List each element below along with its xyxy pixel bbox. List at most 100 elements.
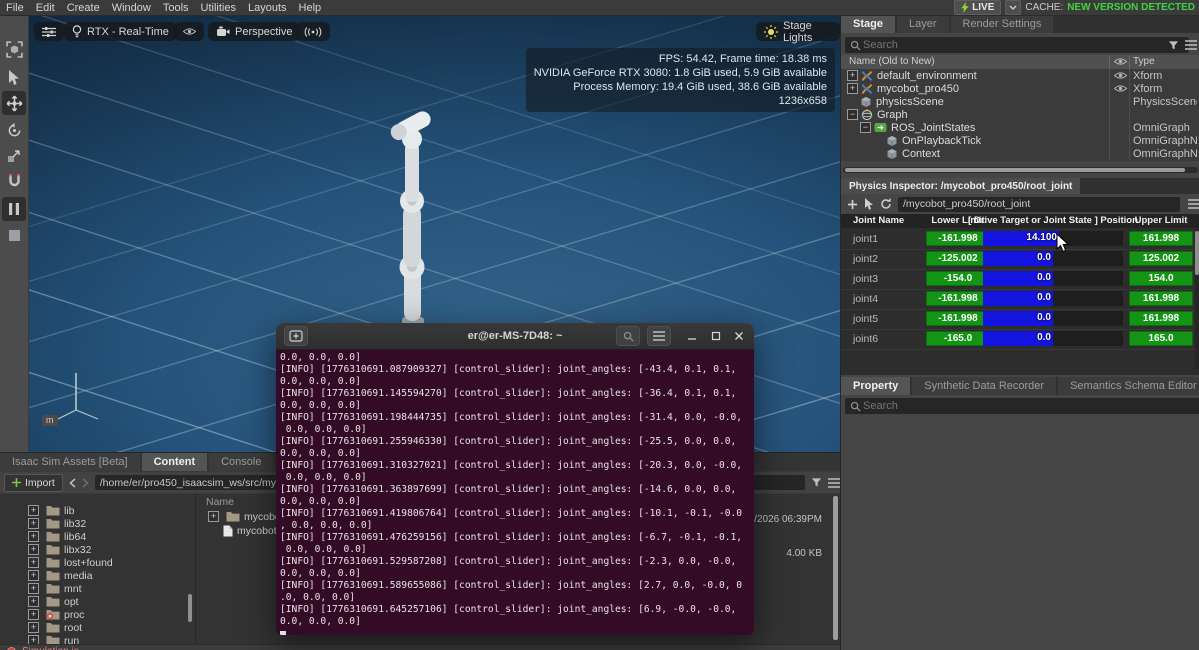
stage-tree-item-graph[interactable]: −Graph: [841, 108, 1199, 121]
tab-render-settings[interactable]: Render Settings: [951, 15, 1054, 33]
menu-item-window[interactable]: Window: [106, 2, 157, 14]
folder-item-libx32[interactable]: +libx32: [0, 543, 195, 556]
folder-item-lost-found[interactable]: +lost+found: [0, 556, 195, 569]
pi-options-menu-icon[interactable]: [1188, 199, 1199, 209]
frame-selection-button[interactable]: [2, 37, 26, 61]
expand-icon[interactable]: +: [28, 557, 39, 568]
physics-inspector-tab[interactable]: Physics Inspector: /mycobot_pro450/root_…: [841, 178, 1080, 194]
terminal-titlebar[interactable]: er@er-MS-7D48: ~: [276, 323, 754, 350]
folder-item-mnt[interactable]: +mnt: [0, 582, 195, 595]
nav-forward-icon[interactable]: [82, 478, 89, 488]
stage-horizontal-scrollbar[interactable]: [843, 167, 1198, 173]
joint-table-scrollbar[interactable]: [1195, 229, 1199, 369]
expand-icon[interactable]: +: [28, 570, 39, 581]
collapse-icon[interactable]: −: [847, 109, 858, 120]
upper-limit-value[interactable]: 125.002: [1129, 251, 1193, 266]
select-button[interactable]: [2, 65, 26, 89]
folder-item-opt[interactable]: +opt: [0, 595, 195, 608]
folder-item-lib[interactable]: +lib: [0, 504, 195, 517]
menu-item-utilities[interactable]: Utilities: [195, 2, 242, 14]
tab-layer[interactable]: Layer: [897, 15, 949, 33]
upper-limit-value[interactable]: 165.0: [1129, 331, 1193, 346]
tab-console[interactable]: Console: [209, 453, 273, 471]
stage-tree-item-ros_jointstates[interactable]: −ROS_JointStatesOmniGraph: [841, 121, 1199, 134]
visibility-button[interactable]: [174, 22, 204, 41]
stop-button[interactable]: [2, 223, 26, 247]
lower-limit-value[interactable]: -161.998: [926, 311, 990, 326]
tab-synthetic-data-recorder[interactable]: Synthetic Data Recorder: [912, 377, 1056, 395]
position-slider[interactable]: 0.0: [983, 331, 1123, 346]
folder-item-root[interactable]: +root: [0, 621, 195, 634]
menu-item-file[interactable]: File: [0, 2, 30, 14]
live-dropdown-button[interactable]: [1005, 0, 1021, 15]
position-slider[interactable]: 14.100: [983, 231, 1123, 246]
expand-icon[interactable]: +: [28, 609, 39, 620]
upper-limit-value[interactable]: 161.998: [1129, 311, 1193, 326]
tab-stage[interactable]: Stage: [841, 15, 895, 33]
audio-waves-button[interactable]: [296, 22, 330, 41]
lower-limit-value[interactable]: -161.998: [926, 231, 990, 246]
terminal-window[interactable]: er@er-MS-7D48: ~ 0.0, 0.0, 0.0][INFO] [1…: [276, 323, 754, 635]
maximize-button[interactable]: [704, 326, 728, 346]
tab-content[interactable]: Content: [142, 453, 208, 471]
expand-icon[interactable]: +: [208, 511, 219, 522]
folder-item-lib32[interactable]: +lib32: [0, 517, 195, 530]
lower-limit-value[interactable]: -125.002: [926, 251, 990, 266]
terminal-output[interactable]: 0.0, 0.0, 0.0][INFO] [1776310691.0879093…: [276, 350, 754, 635]
name-column-header[interactable]: Name (Old to New): [849, 56, 935, 67]
upper-limit-value[interactable]: 161.998: [1129, 291, 1193, 306]
expand-icon[interactable]: +: [28, 596, 39, 607]
lower-limit-value[interactable]: -161.998: [926, 291, 990, 306]
stage-tree-item-context[interactable]: ContextOmniGraphNod: [841, 147, 1199, 160]
folder-item-lib64[interactable]: +lib64: [0, 530, 195, 543]
expand-icon[interactable]: +: [28, 583, 39, 594]
tab-property[interactable]: Property: [841, 377, 910, 395]
expand-icon[interactable]: +: [847, 83, 858, 94]
position-slider[interactable]: 0.0: [983, 251, 1123, 266]
live-sync-button[interactable]: LIVE: [954, 0, 1001, 15]
nav-back-icon[interactable]: [69, 478, 76, 488]
stage-tree-item-mycobot_pro450[interactable]: +mycobot_pro450Xform: [841, 82, 1199, 95]
expand-icon[interactable]: +: [28, 505, 39, 516]
stage-search-input[interactable]: [845, 37, 1189, 53]
menu-item-layouts[interactable]: Layouts: [242, 2, 293, 14]
pick-pointer-icon[interactable]: [864, 198, 874, 210]
tree-scrollbar[interactable]: [188, 594, 192, 622]
renderer-selector[interactable]: RTX - Real-Time: [64, 22, 177, 41]
import-button[interactable]: Import: [4, 474, 63, 492]
refresh-icon[interactable]: [880, 198, 892, 210]
visibility-column-icon[interactable]: [1114, 57, 1127, 66]
expand-icon[interactable]: +: [28, 635, 39, 644]
scale-button[interactable]: [2, 144, 26, 168]
menu-item-tools[interactable]: Tools: [157, 2, 195, 14]
move-button[interactable]: [2, 91, 26, 115]
position-slider[interactable]: 0.0: [983, 271, 1123, 286]
upper-limit-value[interactable]: 154.0: [1129, 271, 1193, 286]
menu-item-edit[interactable]: Edit: [30, 2, 61, 14]
folder-item-proc[interactable]: +proc: [0, 608, 195, 621]
expand-icon[interactable]: +: [28, 544, 39, 555]
expand-icon[interactable]: +: [28, 622, 39, 633]
minimize-button[interactable]: [680, 326, 704, 346]
content-filter-icon[interactable]: [811, 477, 822, 488]
viewport-settings-button[interactable]: [34, 22, 64, 41]
camera-selector[interactable]: Perspective: [208, 22, 300, 41]
content-options-icon[interactable]: [828, 478, 840, 488]
terminal-search-button[interactable]: [616, 326, 640, 346]
menu-item-help[interactable]: Help: [293, 2, 328, 14]
stage-tree-item-onplaybacktick[interactable]: OnPlaybackTickOmniGraphNod: [841, 134, 1199, 147]
lower-limit-value[interactable]: -154.0: [926, 271, 990, 286]
rotate-button[interactable]: [2, 118, 26, 142]
upper-limit-value[interactable]: 161.998: [1129, 231, 1193, 246]
property-search-input[interactable]: [845, 398, 1199, 414]
terminal-menu-button[interactable]: [647, 326, 671, 346]
folder-item-run[interactable]: +run: [0, 634, 195, 644]
expand-icon[interactable]: +: [28, 531, 39, 542]
tab-semantics-schema-editor[interactable]: Semantics Schema Editor: [1058, 377, 1199, 395]
tab-isaac-sim-assets-beta-[interactable]: Isaac Sim Assets [Beta]: [0, 453, 140, 471]
file-name-column[interactable]: Name: [206, 496, 234, 508]
folder-item-media[interactable]: +media: [0, 569, 195, 582]
stage-lights-button[interactable]: Stage Lights: [756, 22, 840, 41]
file-list-scrollbar[interactable]: [833, 496, 838, 640]
collapse-icon[interactable]: −: [860, 122, 871, 133]
